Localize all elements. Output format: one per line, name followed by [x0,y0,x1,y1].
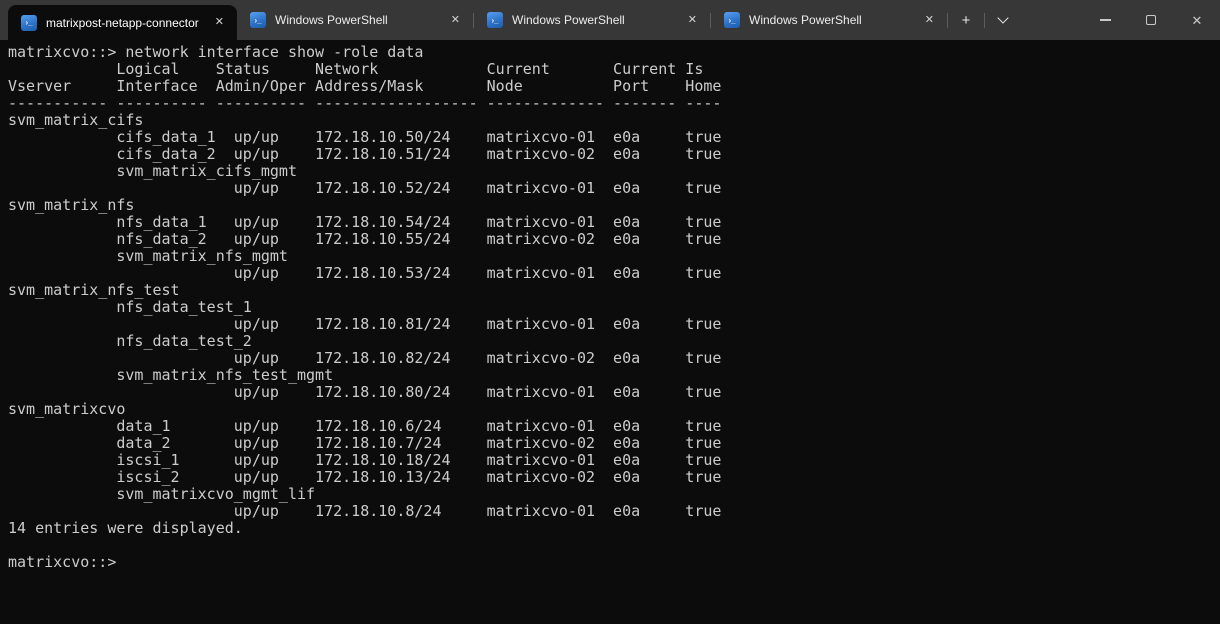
tab-title: Windows PowerShell [512,13,675,27]
tab-title: Windows PowerShell [749,13,912,27]
powershell-icon: ›_ [21,15,37,31]
plus-icon: + [962,13,971,28]
tab-close-icon[interactable]: ✕ [211,14,228,31]
terminal-output[interactable]: matrixcvo::> network interface show -rol… [0,40,1220,624]
chevron-down-icon [997,12,1008,23]
new-tab-button[interactable]: + [951,5,981,35]
tab-windows-powershell-3[interactable]: ›_ Windows PowerShell ✕ [474,0,710,40]
powershell-icon: ›_ [487,12,503,28]
powershell-icon: ›_ [724,12,740,28]
titlebar-drag-area [1021,0,1082,40]
tab-windows-powershell-4[interactable]: ›_ Windows PowerShell ✕ [711,0,947,40]
tab-windows-powershell-2[interactable]: ›_ Windows PowerShell ✕ [237,0,473,40]
maximize-icon [1146,15,1156,25]
tab-bar: ›_ matrixpost-netapp-connector ✕ ›_ Wind… [0,0,1220,40]
minimize-icon [1100,19,1111,20]
window-controls: ✕ [1082,0,1220,40]
close-icon: ✕ [1192,14,1203,27]
tab-matrixpost-netapp-connector[interactable]: ›_ matrixpost-netapp-connector ✕ [8,5,237,40]
tab-close-icon[interactable]: ✕ [684,12,701,29]
tab-title: Windows PowerShell [275,13,438,27]
tab-dropdown-button[interactable] [988,5,1018,35]
maximize-button[interactable] [1128,0,1174,40]
close-button[interactable]: ✕ [1174,0,1220,40]
tab-strip: ›_ matrixpost-netapp-connector ✕ ›_ Wind… [0,0,947,40]
tab-actions: + [947,0,1021,40]
divider [947,13,948,28]
tab-title: matrixpost-netapp-connector [46,16,202,30]
tab-close-icon[interactable]: ✕ [447,12,464,29]
tab-close-icon[interactable]: ✕ [921,12,938,29]
divider [984,13,985,28]
powershell-icon: ›_ [250,12,266,28]
minimize-button[interactable] [1082,0,1128,40]
terminal-window: ›_ matrixpost-netapp-connector ✕ ›_ Wind… [0,0,1220,624]
